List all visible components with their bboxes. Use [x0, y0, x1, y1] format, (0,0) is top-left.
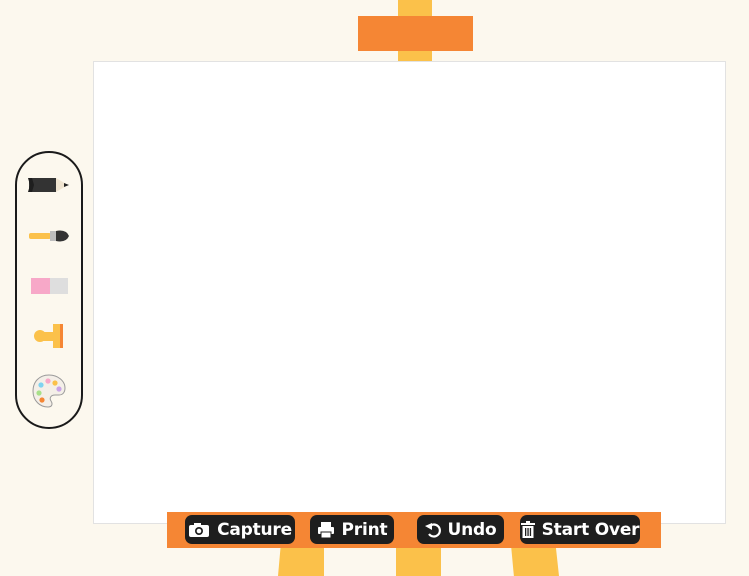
undo-label: Undo: [447, 519, 497, 540]
camera-icon: [189, 522, 210, 537]
action-tray: Capture Print Undo Start Over: [167, 512, 661, 548]
easel-clamp: [358, 16, 473, 51]
tool-palette: [15, 151, 83, 429]
undo-icon: [424, 522, 441, 538]
start-over-button[interactable]: Start Over: [520, 515, 640, 544]
palette-tool[interactable]: [25, 371, 73, 411]
paintbrush-icon: [29, 230, 69, 242]
eraser-icon: [31, 278, 68, 294]
undo-button[interactable]: Undo: [417, 515, 504, 544]
easel-leg-center: [396, 545, 441, 576]
palette-icon: [32, 374, 66, 408]
easel-leg-left: [278, 545, 324, 576]
pencil-tool[interactable]: [25, 165, 73, 205]
printer-icon: [317, 521, 334, 538]
capture-button[interactable]: Capture: [185, 515, 295, 544]
start-over-label: Start Over: [541, 519, 640, 540]
capture-label: Capture: [217, 519, 292, 540]
paintbrush-tool[interactable]: [25, 216, 73, 256]
easel-leg-right: [511, 545, 559, 576]
pencil-icon: [28, 178, 69, 192]
drawing-canvas[interactable]: [93, 61, 726, 524]
stamp-tool[interactable]: [25, 316, 73, 356]
eraser-tool[interactable]: [25, 266, 73, 306]
trash-icon: [520, 521, 535, 538]
print-button[interactable]: Print: [310, 515, 394, 544]
stamp-icon: [34, 324, 63, 348]
print-label: Print: [341, 519, 388, 540]
